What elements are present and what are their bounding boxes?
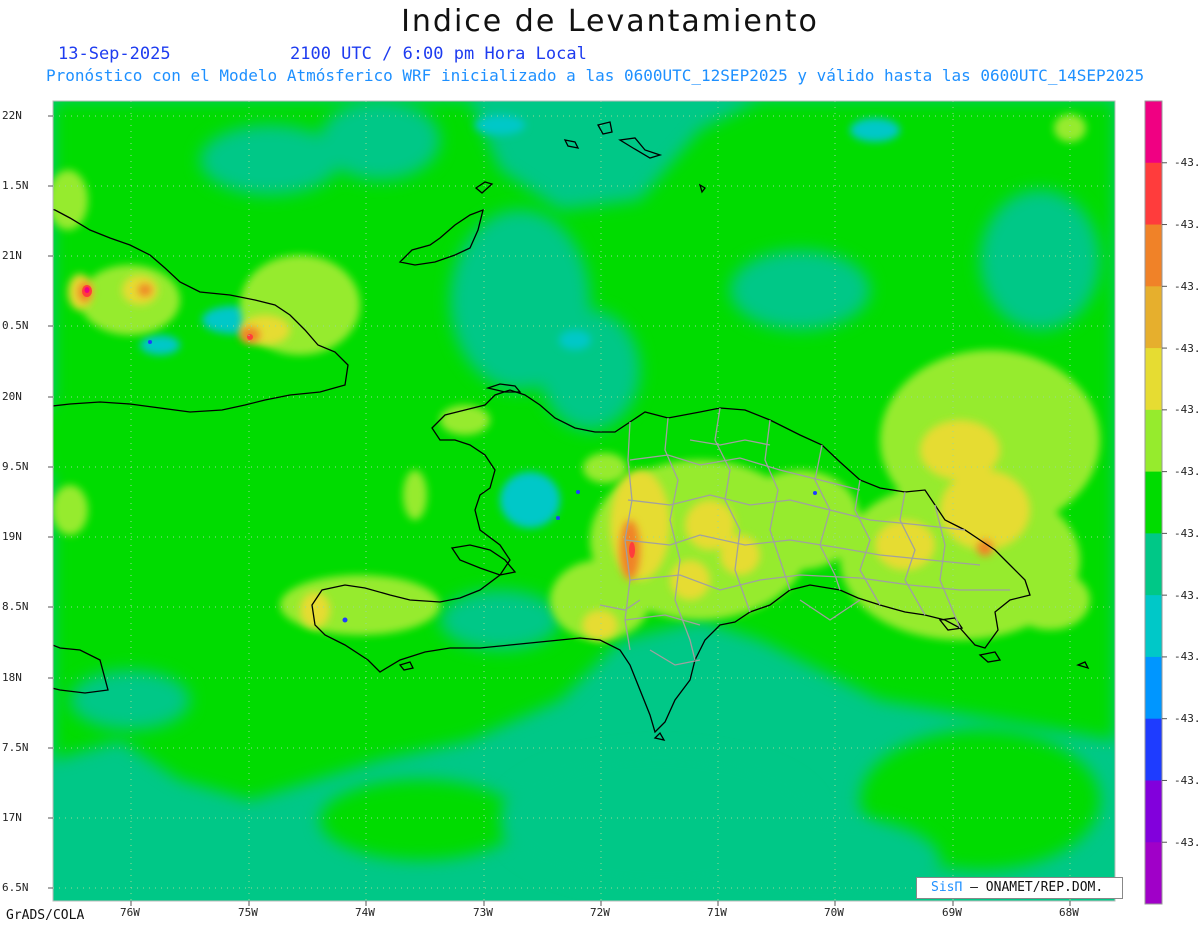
lat-label: 20N <box>2 390 22 403</box>
colorbar-label: -43.6 <box>1174 774 1200 787</box>
colorbar-label: -43.2 <box>1174 342 1200 355</box>
lon-label: 72W <box>590 906 610 919</box>
lat-label: 21N <box>2 249 22 262</box>
colorbar-segment <box>1145 780 1162 843</box>
lat-label: 6.5N <box>2 881 29 894</box>
lat-label: 18N <box>2 671 22 684</box>
lifted-index-map <box>48 100 1167 906</box>
colorbar-segment <box>1145 224 1162 287</box>
sispi-logo: SisΠ <box>931 880 963 895</box>
colorbar-label: -43.3 <box>1174 403 1200 416</box>
colorbar-segment <box>1145 595 1162 658</box>
colorbar-segment <box>1145 348 1162 411</box>
lon-label: 70W <box>824 906 844 919</box>
colorbar-segment <box>1145 101 1162 164</box>
colorbar-label: -43.6 <box>1174 712 1200 725</box>
lat-label: 0.5N <box>2 319 29 332</box>
colorbar-segment <box>1145 471 1162 534</box>
colorbar-label: -43.3 <box>1174 465 1200 478</box>
lat-label: 22N <box>2 109 22 122</box>
colorbar-label: -43.4 <box>1174 527 1200 540</box>
lon-label: 74W <box>355 906 375 919</box>
lon-label: 73W <box>473 906 493 919</box>
colorbar-segment <box>1145 409 1162 473</box>
lon-label: 75W <box>238 906 258 919</box>
colorbar <box>1144 100 1167 905</box>
colorbar-label: -43.5 <box>1174 589 1200 602</box>
software-label: GrADS/COLA <box>6 908 85 923</box>
lat-label: 19N <box>2 530 22 543</box>
colorbar-segment <box>1145 533 1162 596</box>
credit-text: – ONAMET/REP.DOM. <box>970 880 1104 895</box>
lon-label: 68W <box>1059 906 1079 919</box>
lon-label: 76W <box>120 906 140 919</box>
colorbar-label: -43.7 <box>1174 836 1200 849</box>
colorbar-segment <box>1145 718 1162 781</box>
colorbar-segment <box>1145 656 1162 720</box>
colorbar-segment <box>1145 842 1162 905</box>
colorbar-segment <box>1145 286 1162 349</box>
lat-label: 8.5N <box>2 600 29 613</box>
colorbar-segment <box>1145 162 1162 226</box>
colorbar-label: -43.1 <box>1174 156 1200 169</box>
lon-label: 71W <box>707 906 727 919</box>
colorbar-label: -43.1 <box>1174 218 1200 231</box>
lat-label: 9.5N <box>2 460 29 473</box>
lat-label: 1.5N <box>2 179 29 192</box>
colorbar-label: -43.5 <box>1174 650 1200 663</box>
colorbar-label: -43.2 <box>1174 280 1200 293</box>
lat-label: 7.5N <box>2 741 29 754</box>
lon-label: 69W <box>942 906 962 919</box>
credit-box: SisΠ – ONAMET/REP.DOM. <box>916 877 1123 899</box>
lat-label: 17N <box>2 811 22 824</box>
